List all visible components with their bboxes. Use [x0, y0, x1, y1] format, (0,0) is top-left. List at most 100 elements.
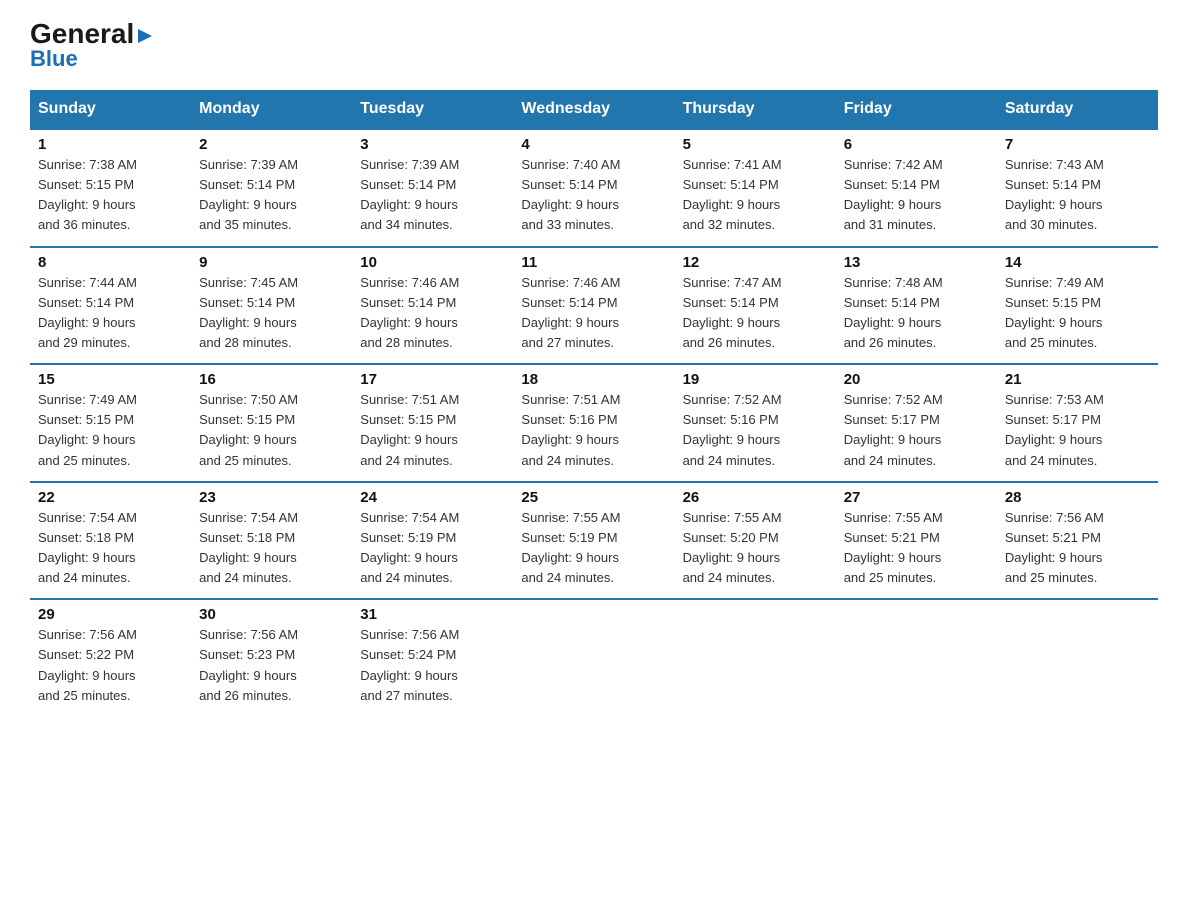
day-number: 13	[844, 254, 989, 271]
day-info-line-3: and 24 minutes.	[199, 570, 292, 585]
day-info-line-0: Sunrise: 7:52 AM	[844, 392, 943, 407]
day-info-line-1: Sunset: 5:14 PM	[844, 295, 940, 310]
calendar-body: 1Sunrise: 7:38 AMSunset: 5:15 PMDaylight…	[30, 129, 1158, 716]
day-info-line-3: and 29 minutes.	[38, 335, 131, 350]
day-info: Sunrise: 7:42 AMSunset: 5:14 PMDaylight:…	[844, 155, 989, 236]
day-cell-5: 5 Sunrise: 7:41 AMSunset: 5:14 PMDaylight…	[675, 129, 836, 247]
day-info: Sunrise: 7:46 AMSunset: 5:14 PMDaylight:…	[521, 273, 666, 354]
day-info-line-1: Sunset: 5:16 PM	[521, 412, 617, 427]
day-cell-11: 11Sunrise: 7:46 AMSunset: 5:14 PMDayligh…	[513, 247, 674, 365]
day-info-line-3: and 34 minutes.	[360, 217, 453, 232]
day-info-line-3: and 24 minutes.	[1005, 453, 1098, 468]
week-row-2: 8Sunrise: 7:44 AMSunset: 5:14 PMDaylight…	[30, 247, 1158, 365]
day-cell-14: 14Sunrise: 7:49 AMSunset: 5:15 PMDayligh…	[997, 247, 1158, 365]
day-info-line-1: Sunset: 5:16 PM	[683, 412, 779, 427]
day-info-line-3: and 27 minutes.	[521, 335, 614, 350]
day-info-line-3: and 25 minutes.	[38, 688, 131, 703]
day-info-line-3: and 25 minutes.	[199, 453, 292, 468]
header-row: SundayMondayTuesdayWednesdayThursdayFrid…	[30, 90, 1158, 129]
day-cell-26: 26Sunrise: 7:55 AMSunset: 5:20 PMDayligh…	[675, 482, 836, 600]
day-cell-10: 10 Sunrise: 7:46 AMSunset: 5:14 PMDayligh…	[352, 247, 513, 365]
header-day-monday: Monday	[191, 90, 352, 129]
day-info: Sunrise: 7:39 AMSunset: 5:14 PMDaylight:…	[360, 155, 505, 236]
empty-cell	[513, 599, 674, 716]
day-cell-21: 21Sunrise: 7:53 AMSunset: 5:17 PMDayligh…	[997, 364, 1158, 482]
header: General Blue	[30, 20, 1158, 72]
week-row-4: 22 Sunrise: 7:54 AMSunset: 5:18 PMDayligh…	[30, 482, 1158, 600]
day-info-line-2: Daylight: 9 hours	[1005, 197, 1103, 212]
day-number: 15	[38, 371, 183, 388]
header-day-tuesday: Tuesday	[352, 90, 513, 129]
day-info-line-1: Sunset: 5:24 PM	[360, 647, 456, 662]
day-info: Sunrise: 7:38 AMSunset: 5:15 PMDaylight:…	[38, 155, 183, 236]
logo-arrow-icon	[136, 27, 154, 45]
day-cell-23: 23Sunrise: 7:54 AMSunset: 5:18 PMDayligh…	[191, 482, 352, 600]
day-info-line-0: Sunrise: 7:49 AM	[38, 392, 137, 407]
day-cell-1: 1Sunrise: 7:38 AMSunset: 5:15 PMDaylight…	[30, 129, 191, 247]
day-number: 31	[360, 606, 505, 623]
day-info-line-2: Daylight: 9 hours	[1005, 315, 1103, 330]
day-info-line-3: and 31 minutes.	[844, 217, 937, 232]
calendar-header: SundayMondayTuesdayWednesdayThursdayFrid…	[30, 90, 1158, 129]
day-info: Sunrise: 7:56 AMSunset: 5:22 PMDaylight:…	[38, 625, 183, 706]
day-number: 14	[1005, 254, 1150, 271]
day-info-line-3: and 25 minutes.	[1005, 335, 1098, 350]
day-cell-12: 12Sunrise: 7:47 AMSunset: 5:14 PMDayligh…	[675, 247, 836, 365]
day-number: 25	[521, 489, 666, 506]
day-info-line-0: Sunrise: 7:56 AM	[360, 627, 459, 642]
day-info: Sunrise: 7:39 AMSunset: 5:14 PMDaylight:…	[199, 155, 344, 236]
logo-text: General	[30, 20, 154, 48]
day-info-line-3: and 24 minutes.	[683, 570, 776, 585]
day-number: 10	[360, 254, 505, 271]
empty-cell	[675, 599, 836, 716]
empty-cell	[836, 599, 997, 716]
day-info-line-2: Daylight: 9 hours	[38, 432, 136, 447]
day-cell-8: 8Sunrise: 7:44 AMSunset: 5:14 PMDaylight…	[30, 247, 191, 365]
day-info: Sunrise: 7:54 AMSunset: 5:18 PMDaylight:…	[199, 508, 344, 589]
day-info-line-3: and 35 minutes.	[199, 217, 292, 232]
day-info-line-3: and 24 minutes.	[844, 453, 937, 468]
day-info: Sunrise: 7:51 AMSunset: 5:16 PMDaylight:…	[521, 390, 666, 471]
logo-general: General	[30, 18, 134, 49]
day-number: 16	[199, 371, 344, 388]
day-info-line-0: Sunrise: 7:56 AM	[199, 627, 298, 642]
day-info-line-2: Daylight: 9 hours	[683, 550, 781, 565]
day-number: 20	[844, 371, 989, 388]
day-info: Sunrise: 7:46 AMSunset: 5:14 PMDaylight:…	[360, 273, 505, 354]
day-number: 12	[683, 254, 828, 271]
day-info-line-2: Daylight: 9 hours	[199, 315, 297, 330]
day-number: 5	[683, 136, 828, 153]
day-info: Sunrise: 7:53 AMSunset: 5:17 PMDaylight:…	[1005, 390, 1150, 471]
day-info-line-2: Daylight: 9 hours	[38, 197, 136, 212]
day-info-line-3: and 33 minutes.	[521, 217, 614, 232]
day-info-line-3: and 26 minutes.	[199, 688, 292, 703]
day-info-line-0: Sunrise: 7:55 AM	[844, 510, 943, 525]
day-info-line-1: Sunset: 5:14 PM	[38, 295, 134, 310]
day-number: 8	[38, 254, 183, 271]
day-cell-17: 17Sunrise: 7:51 AMSunset: 5:15 PMDayligh…	[352, 364, 513, 482]
day-info-line-1: Sunset: 5:14 PM	[683, 295, 779, 310]
day-number: 22	[38, 489, 183, 506]
day-info-line-1: Sunset: 5:17 PM	[1005, 412, 1101, 427]
day-number: 30	[199, 606, 344, 623]
day-info-line-0: Sunrise: 7:45 AM	[199, 275, 298, 290]
day-cell-30: 30Sunrise: 7:56 AMSunset: 5:23 PMDayligh…	[191, 599, 352, 716]
day-info-line-2: Daylight: 9 hours	[360, 197, 458, 212]
week-row-5: 29Sunrise: 7:56 AMSunset: 5:22 PMDayligh…	[30, 599, 1158, 716]
day-info-line-0: Sunrise: 7:51 AM	[360, 392, 459, 407]
day-info-line-0: Sunrise: 7:56 AM	[38, 627, 137, 642]
day-info-line-0: Sunrise: 7:46 AM	[360, 275, 459, 290]
day-cell-2: 2Sunrise: 7:39 AMSunset: 5:14 PMDaylight…	[191, 129, 352, 247]
day-info-line-1: Sunset: 5:14 PM	[199, 177, 295, 192]
day-info-line-0: Sunrise: 7:55 AM	[683, 510, 782, 525]
logo: General Blue	[30, 20, 154, 72]
day-cell-24: 24Sunrise: 7:54 AMSunset: 5:19 PMDayligh…	[352, 482, 513, 600]
day-info-line-2: Daylight: 9 hours	[360, 432, 458, 447]
day-info-line-3: and 26 minutes.	[844, 335, 937, 350]
empty-cell	[997, 599, 1158, 716]
day-info-line-3: and 24 minutes.	[683, 453, 776, 468]
day-info-line-1: Sunset: 5:14 PM	[521, 295, 617, 310]
day-info: Sunrise: 7:41 AMSunset: 5:14 PMDaylight:…	[683, 155, 828, 236]
day-info-line-2: Daylight: 9 hours	[199, 550, 297, 565]
day-info-line-1: Sunset: 5:14 PM	[360, 177, 456, 192]
